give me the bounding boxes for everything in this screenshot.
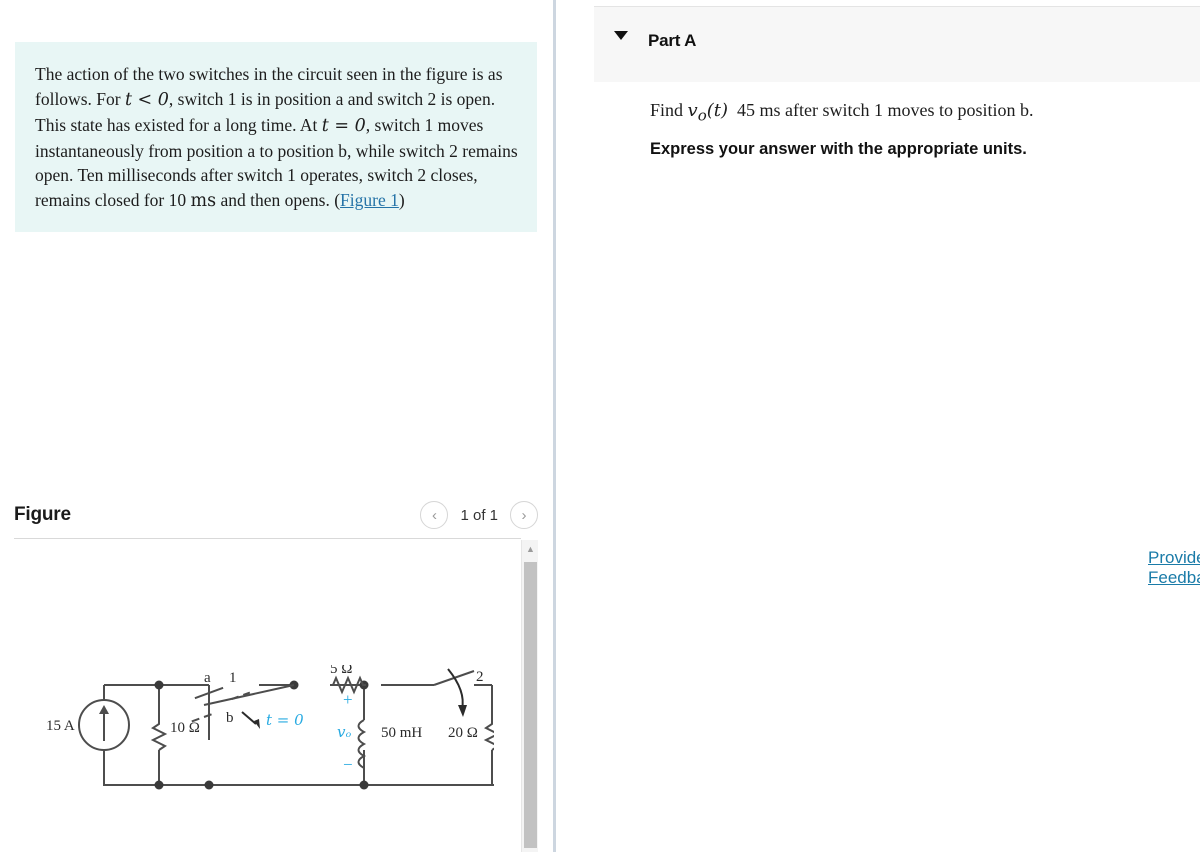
figure-title: Figure [14,504,71,525]
circuit-svg: 15 A 10 Ω a 1 b t = 0 5 Ω 2 50 mH + vₒ −… [46,651,501,790]
figure-divider [14,538,521,539]
inductor-label: 50 mH [381,725,422,741]
prompt-subscript: o [697,106,707,125]
figure-prev-button[interactable]: ‹ [420,501,449,529]
problem-math-t-eq-0: t = 0 [321,115,366,136]
problem-text-part-8: ) [398,190,405,211]
switch1-position-b-label: b [226,710,234,726]
prompt-prefix: Find [650,100,688,120]
part-a-header[interactable]: Part A [594,6,1200,82]
prompt-rest: 45 ms after switch 1 moves to position b… [737,100,1034,120]
resistor-10-label: 10 Ω [170,720,200,736]
switch2-time-label: 0 + 10 ms [362,665,422,667]
switch1-number-label: 1 [229,670,237,686]
answer-instruction: Express your answer with the appropriate… [650,140,1027,158]
provide-feedback-link[interactable]: Provide Feedback [1148,548,1200,588]
right-panel: Part A Find vo(t) 45 ms after switch 1 m… [556,0,1200,852]
problem-math-t-lt-0: t < 0 [124,89,169,110]
figure-nav: ‹ 1 of 1 › [420,501,538,529]
figure-count-label: 1 of 1 [460,506,498,524]
part-title: Part A [648,31,697,50]
scrollbar-thumb[interactable] [524,562,537,848]
figure-next-button[interactable]: › [510,501,538,529]
switch1-time-label: t = 0 [266,711,304,729]
problem-text-part-6: and then opens. ( [216,190,341,211]
resistor-5-label: 5 Ω [330,665,352,677]
page-root: The action of the two switches in the ci… [0,0,1200,852]
vo-label: vₒ [337,723,351,741]
circuit-diagram: 15 A 10 Ω a 1 b t = 0 5 Ω 2 50 mH + vₒ −… [44,651,501,830]
problem-statement-box: The action of the two switches in the ci… [15,42,537,233]
source-label: 15 A [46,718,75,734]
prompt-argument: (t) [706,100,728,121]
chevron-down-icon[interactable] [614,31,628,40]
vo-minus-sign: − [343,755,353,774]
figure-header: Figure ‹ 1 of 1 › [14,492,538,538]
prompt-variable: v [687,100,698,121]
scroll-up-arrow-icon[interactable]: ▲ [522,540,539,557]
left-panel: The action of the two switches in the ci… [0,0,553,852]
problem-statement-text: The action of the two switches in the ci… [35,62,519,214]
vo-plus-sign: + [343,690,353,709]
switch2-number-label: 2 [476,669,484,685]
problem-unit-ms: ms [190,191,217,212]
figure-viewport: 15 A 10 Ω a 1 b t = 0 5 Ω 2 50 mH + vₒ −… [14,540,521,852]
figure-1-link[interactable]: Figure 1 [340,190,399,210]
switch1-position-a-label: a [204,670,211,686]
question-prompt: Find vo(t) 45 ms after switch 1 moves to… [650,100,1190,125]
resistor-20-label: 20 Ω [448,725,478,741]
figure-scrollbar[interactable]: ▲ [521,540,538,852]
